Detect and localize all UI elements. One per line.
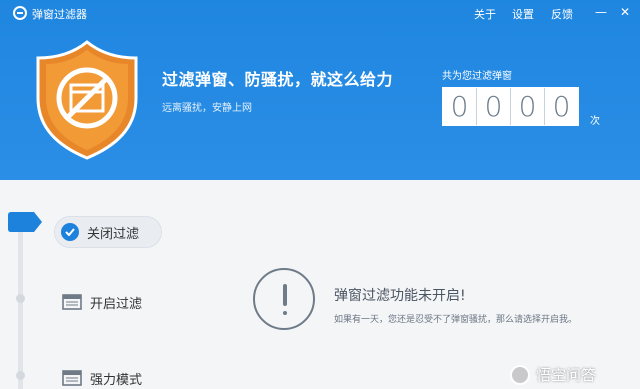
shield-icon [36, 40, 138, 160]
timeline-node [16, 294, 25, 303]
warning-icon [253, 268, 315, 330]
banner-headline: 过滤弹窗、防骚扰，就这么给力 [162, 70, 394, 89]
nav-item-enable-filter[interactable]: 开启过滤 [54, 286, 162, 318]
counter-digit: 0 [477, 88, 511, 125]
close-button[interactable]: ✕ [616, 4, 634, 20]
nav-timeline [18, 222, 23, 389]
nav-item-label: 强力模式 [90, 372, 143, 388]
menu-about[interactable]: 关于 [474, 6, 496, 22]
menu-feedback[interactable]: 反馈 [551, 6, 573, 22]
counter-digit: 0 [545, 88, 578, 125]
nav-item-label: 开启过滤 [90, 296, 143, 312]
count-label: 共为您过滤弹窗 [442, 71, 512, 82]
watermark: 悟空问答 [510, 364, 596, 385]
status-description: 如果有一天，您还是忍受不了弹窗骚扰，那么请选择开启我。 [334, 315, 578, 325]
app-logo-icon [13, 6, 27, 20]
nav-item-strong-mode[interactable]: 强力模式 [54, 362, 162, 389]
app-title: 弹窗过滤器 [32, 8, 87, 21]
banner-subline: 远离骚扰，安静上网 [162, 103, 252, 114]
count-unit: 次 [590, 116, 600, 127]
nav-item-disable-filter[interactable]: 关闭过滤 [54, 216, 162, 248]
status-title: 弹窗过滤功能未开启! [334, 288, 466, 304]
window-icon [62, 370, 82, 386]
check-circle-icon [61, 223, 79, 241]
header-banner: 弹窗过滤器 关于 设置 反馈 — ✕ 过滤弹窗、防骚扰，就这么给力 远离骚扰，安… [0, 0, 640, 180]
timeline-node [16, 371, 25, 380]
nav-item-label: 关闭过滤 [87, 226, 140, 242]
window-icon [62, 294, 82, 310]
title-bar: 弹窗过滤器 关于 设置 反馈 — ✕ [0, 0, 640, 26]
watermark-text: 悟空问答 [536, 366, 597, 384]
menu-settings[interactable]: 设置 [512, 6, 534, 22]
active-pointer-icon [8, 212, 42, 232]
minimize-button[interactable]: — [592, 4, 610, 20]
watermark-logo-icon [510, 364, 530, 385]
counter-digit: 0 [443, 88, 477, 125]
counter-digit: 0 [511, 88, 545, 125]
filter-counter: 0 0 0 0 [442, 87, 579, 126]
